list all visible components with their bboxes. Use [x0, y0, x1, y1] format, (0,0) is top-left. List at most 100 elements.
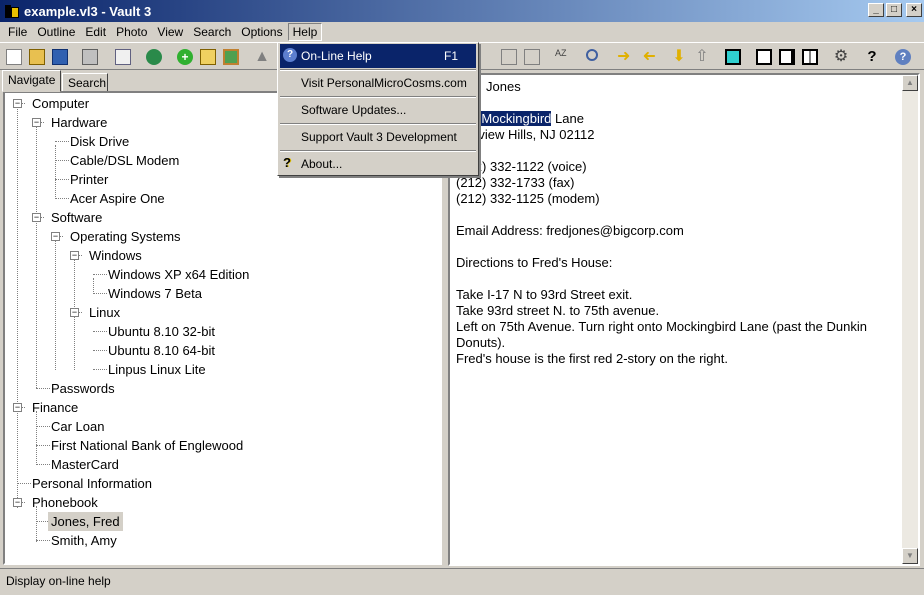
tree-node-acer-aspire-one[interactable]: Acer Aspire One	[70, 189, 165, 208]
note-line-address: 123 Mockingbird Lane	[470, 111, 584, 126]
find-button[interactable]	[583, 46, 605, 68]
menu-edit[interactable]: Edit	[80, 23, 111, 41]
maximize-button[interactable]: □	[886, 3, 902, 17]
tab-search[interactable]: Search	[62, 73, 108, 92]
tree-node-passwords[interactable]: Passwords	[51, 379, 115, 398]
collapse-button[interactable]	[521, 46, 543, 68]
tree-node-car-loan[interactable]: Car Loan	[51, 417, 104, 436]
tree-node-operating-systems[interactable]: Operating Systems	[70, 227, 181, 246]
tree-node-smith-amy[interactable]: Smith, Amy	[51, 531, 117, 550]
expand-button[interactable]	[498, 46, 520, 68]
tree-node-finance[interactable]: Finance	[32, 398, 78, 417]
menu-item-support-development[interactable]: Support Vault 3 Development	[280, 125, 476, 149]
picture-icon	[223, 49, 239, 65]
menu-photo[interactable]: Photo	[111, 23, 152, 41]
tree-node-linux[interactable]: Linux	[89, 303, 120, 322]
selected-text: Mockingbird	[481, 111, 552, 126]
menu-item-visit-website[interactable]: Visit PersonalMicroCosms.com	[280, 71, 476, 95]
collapse-toggle-hardware[interactable]: −	[32, 118, 41, 127]
scroll-down-button[interactable]: ▼	[902, 548, 918, 564]
tree-node-ubuntu-32[interactable]: Ubuntu 8.10 32-bit	[108, 322, 215, 341]
close-button[interactable]: ×	[906, 3, 922, 17]
menu-bar: File Outline Edit Photo View Search Opti…	[0, 22, 924, 42]
save-button[interactable]	[49, 46, 71, 68]
menu-help[interactable]: Help	[287, 23, 323, 41]
collapse-toggle-software[interactable]: −	[32, 213, 41, 222]
tree-node-disk-drive[interactable]: Disk Drive	[70, 132, 129, 151]
minimize-button[interactable]: _	[868, 3, 884, 17]
vault-app-icon[interactable]	[4, 3, 20, 19]
menu-options[interactable]: Options	[236, 23, 287, 41]
note-line-direction-4: Donuts).	[456, 335, 506, 350]
edit-button[interactable]	[197, 46, 219, 68]
collapse-toggle-operating-systems[interactable]: −	[51, 232, 60, 241]
layout-one-button[interactable]	[753, 46, 775, 68]
menu-item-online-help[interactable]: ? On-Line Help F1	[280, 44, 476, 68]
tree-node-mastercard[interactable]: MasterCard	[51, 455, 119, 474]
layout-split-button[interactable]	[799, 46, 821, 68]
move-up-button[interactable]: ▲	[251, 46, 273, 68]
menu-search[interactable]: Search	[188, 23, 236, 41]
collapse-toggle-windows[interactable]: −	[70, 251, 79, 260]
open-button[interactable]	[26, 46, 48, 68]
previous-button[interactable]: ➜	[637, 46, 659, 68]
menu-item-about[interactable]: ? About...	[280, 152, 476, 176]
next-button[interactable]: ➜	[614, 46, 636, 68]
menu-item-software-updates[interactable]: Software Updates...	[280, 98, 476, 122]
tree-node-ubuntu-64[interactable]: Ubuntu 8.10 64-bit	[108, 341, 215, 360]
tree-node-computer[interactable]: Computer	[32, 94, 89, 113]
web-button[interactable]	[143, 46, 165, 68]
print-button[interactable]	[79, 46, 101, 68]
tab-navigate[interactable]: Navigate	[2, 70, 61, 92]
tree-node-personal-information[interactable]: Personal Information	[32, 474, 152, 493]
tree-node-software[interactable]: Software	[51, 208, 102, 227]
note-line-phone-modem: (212) 332-1125 (modem)	[456, 191, 600, 206]
tree-node-windows[interactable]: Windows	[89, 246, 142, 265]
tree-node-linpus-linux-lite[interactable]: Linpus Linux Lite	[108, 360, 206, 379]
tree-node-windows-xp-x64[interactable]: Windows XP x64 Edition	[108, 265, 249, 284]
tree-node-first-national-bank[interactable]: First National Bank of Englewood	[51, 436, 243, 455]
note-text[interactable]: Jones 123 Mockingbird Lane Fairview Hill…	[456, 79, 896, 367]
arrow-down-icon: ⬇	[672, 48, 686, 65]
menu-file[interactable]: File	[3, 23, 32, 41]
collapse-toggle-linux[interactable]: −	[70, 308, 79, 317]
scroll-up-button[interactable]: ▲	[902, 75, 918, 91]
menu-outline[interactable]: Outline	[32, 23, 80, 41]
move-down-button[interactable]: ⬇	[668, 46, 690, 68]
sort-az-icon: AZ	[555, 48, 567, 58]
folder-icon	[29, 49, 45, 65]
help-toolbar-button[interactable]: ?	[861, 46, 883, 68]
tree-node-hardware[interactable]: Hardware	[51, 113, 107, 132]
layout-two-button[interactable]	[776, 46, 798, 68]
highlight-button[interactable]	[722, 46, 744, 68]
help-circle-icon: ?	[283, 48, 297, 62]
settings-button[interactable]: ⚙	[830, 46, 852, 68]
tree-node-cable-dsl-modem[interactable]: Cable/DSL Modem	[70, 151, 179, 170]
status-bar: Display on-line help	[0, 568, 924, 595]
question-icon: ?	[867, 48, 877, 65]
note-editor[interactable]: Jones 123 Mockingbird Lane Fairview Hill…	[448, 73, 920, 566]
highlight-icon	[725, 49, 741, 65]
note-line-phone-fax: (212) 332-1733 (fax)	[456, 175, 575, 190]
collapse-toggle-computer[interactable]: −	[13, 99, 22, 108]
tree-node-printer[interactable]: Printer	[70, 170, 108, 189]
menu-view[interactable]: View	[152, 23, 188, 41]
sort-button[interactable]: AZ	[552, 46, 574, 68]
add-node-button[interactable]: +	[174, 46, 196, 68]
new-file-button[interactable]	[3, 46, 25, 68]
note-scrollbar[interactable]: ▲ ▼	[902, 75, 918, 564]
tree-node-phonebook[interactable]: Phonebook	[32, 493, 98, 512]
info-circle-icon: ?	[895, 49, 911, 65]
collapse-toggle-finance[interactable]: −	[13, 403, 22, 412]
arrow-right-icon: ➜	[617, 48, 631, 65]
move-up-alt-button[interactable]: ⇧	[691, 46, 713, 68]
email-button[interactable]	[112, 46, 134, 68]
collapse-toggle-phonebook[interactable]: −	[13, 498, 22, 507]
question-mark-icon: ?	[283, 155, 291, 170]
help-dropdown-menu: ? On-Line Help F1 Visit PersonalMicroCos…	[277, 42, 479, 176]
online-help-toolbar-button[interactable]: ?	[892, 46, 914, 68]
note-line-direction-2: Take 93rd street N. to 75th avenue.	[456, 303, 660, 318]
photo-button[interactable]	[220, 46, 242, 68]
tree-node-jones-fred[interactable]: Jones, Fred	[48, 512, 123, 531]
tree-node-windows-7-beta[interactable]: Windows 7 Beta	[108, 284, 202, 303]
